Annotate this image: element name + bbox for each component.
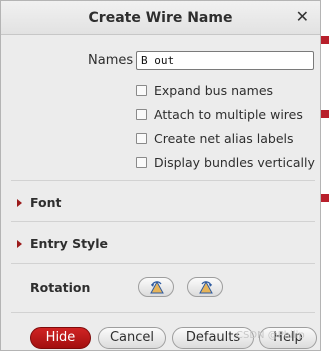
names-label: Names [88,53,134,68]
create-net-alias-labels-label: Create net alias labels [154,130,294,146]
hide-button[interactable]: Hide [30,327,91,349]
cancel-button[interactable]: Cancel [98,327,166,349]
expand-triangle-icon [17,239,22,248]
option-attach-multiple-wires[interactable]: Attach to multiple wires [136,106,303,122]
display-bundles-vertically-checkbox[interactable] [136,156,147,168]
divider [11,312,315,313]
title-bar: Create Wire Name ✕ [1,1,320,35]
display-bundles-vertically-label: Display bundles vertically [154,154,315,170]
divider [11,221,315,222]
divider [11,263,315,264]
rotate-right-button[interactable] [187,277,223,297]
font-expander[interactable]: Font [17,195,62,210]
rotate-left-icon [150,280,164,294]
background-strip [321,0,329,351]
watermark: CSDN @Philip [236,330,305,341]
entry-style-expander[interactable]: Entry Style [17,236,108,251]
rotation-label: Rotation [30,280,91,295]
background-marker [321,110,329,118]
divider [11,180,315,181]
expand-bus-names-label: Expand bus names [154,82,274,98]
attach-multiple-wires-label: Attach to multiple wires [154,106,303,122]
close-icon[interactable]: ✕ [296,8,309,26]
entry-style-section-label: Entry Style [30,236,108,251]
background-marker [321,194,329,202]
expand-bus-names-checkbox[interactable] [136,84,147,96]
attach-multiple-wires-checkbox[interactable] [136,108,147,120]
font-section-label: Font [30,195,62,210]
option-display-bundles-vertically[interactable]: Display bundles vertically [136,154,315,170]
option-expand-bus-names[interactable]: Expand bus names [136,82,273,98]
dialog-title: Create Wire Name [88,10,233,26]
expand-triangle-icon [17,198,22,207]
option-create-net-alias-labels[interactable]: Create net alias labels [136,130,294,146]
create-net-alias-labels-checkbox[interactable] [136,132,147,144]
rotate-right-icon [199,280,213,294]
rotate-left-button[interactable] [138,277,174,297]
names-input[interactable] [136,51,314,70]
create-wire-name-dialog: Create Wire Name ✕ Names Expand bus name… [0,0,321,351]
background-marker [321,36,329,44]
